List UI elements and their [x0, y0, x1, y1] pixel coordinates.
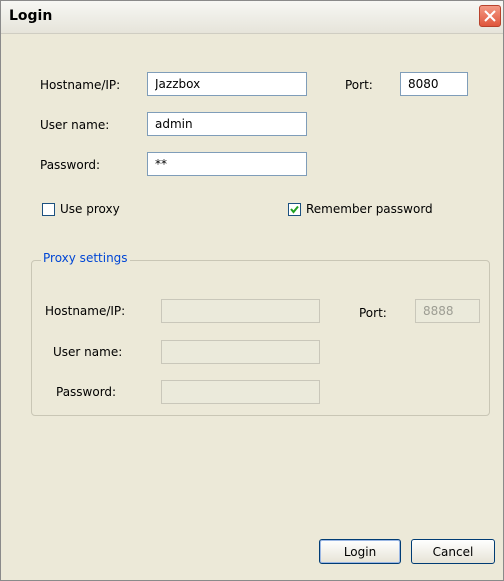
proxy-password-input[interactable] — [161, 380, 320, 404]
proxy-username-label: User name: — [53, 345, 123, 359]
login-dialog: Login Hostname/IP: Port: User name: Pass… — [0, 0, 504, 581]
proxy-username-input[interactable] — [161, 340, 320, 364]
proxy-port-label: Port: — [359, 306, 387, 320]
dialog-content: Hostname/IP: Port: User name: Password: … — [1, 34, 503, 580]
port-input[interactable] — [400, 72, 468, 96]
dialog-title: Login — [9, 8, 53, 24]
username-input[interactable] — [147, 112, 307, 136]
use-proxy-checkbox[interactable] — [42, 203, 55, 216]
use-proxy-label[interactable]: Use proxy — [60, 202, 120, 216]
remember-password-checkbox[interactable] — [288, 203, 301, 216]
proxy-port-input[interactable] — [415, 299, 480, 323]
username-label: User name: — [40, 118, 110, 132]
proxy-password-label: Password: — [56, 385, 117, 399]
remember-password-label[interactable]: Remember password — [306, 202, 433, 216]
proxy-hostname-input[interactable] — [161, 299, 320, 323]
password-label: Password: — [40, 158, 101, 172]
port-label: Port: — [345, 78, 373, 92]
title-bar[interactable]: Login — [1, 1, 503, 34]
password-input[interactable] — [147, 152, 307, 176]
proxy-hostname-label: Hostname/IP: — [45, 304, 126, 318]
close-icon — [484, 10, 496, 22]
hostname-input[interactable] — [147, 72, 307, 96]
login-button[interactable]: Login — [319, 539, 401, 564]
hostname-label: Hostname/IP: — [40, 78, 121, 92]
close-button[interactable] — [479, 5, 501, 27]
proxy-settings-legend: Proxy settings — [41, 251, 130, 265]
cancel-button[interactable]: Cancel — [411, 539, 495, 564]
checkmark-icon — [290, 205, 299, 214]
